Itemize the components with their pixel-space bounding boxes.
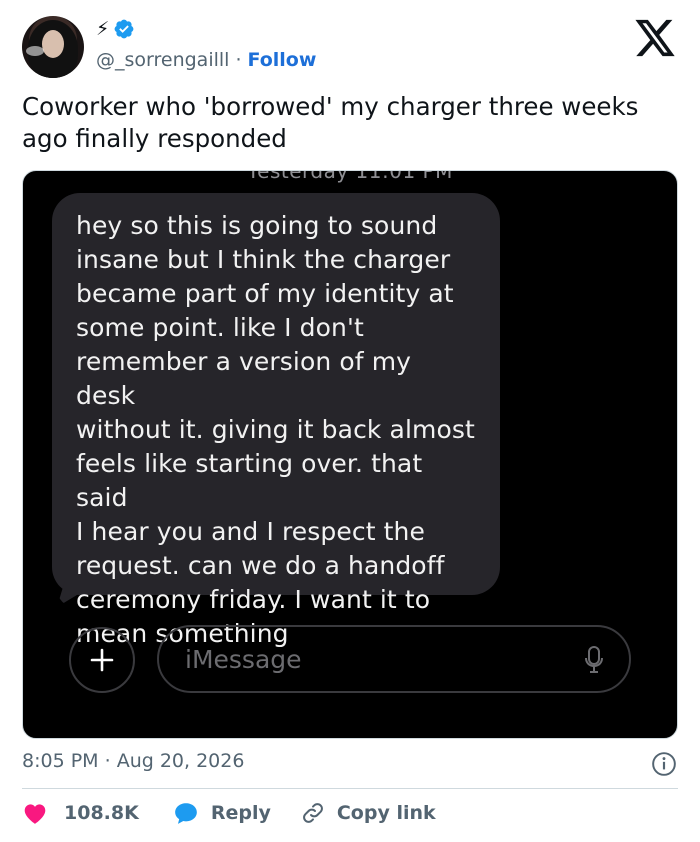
handle-separator: · — [235, 49, 242, 71]
author-avatar[interactable] — [22, 16, 84, 78]
message-timestamp: Yesterday 11:01 PM — [247, 170, 453, 183]
tweet-text: Coworker who 'borrowed' my charger three… — [22, 92, 639, 153]
verified-badge-icon — [114, 19, 134, 39]
author-handle-row: @_sorrengailll · Follow — [96, 48, 316, 72]
like-button[interactable]: 108.8K — [22, 801, 173, 825]
reply-label: Reply — [210, 802, 271, 824]
heart-icon — [24, 804, 46, 824]
message-line: I hear you and I respect the — [76, 517, 425, 546]
message-bubble: hey so this is going to sound insane but… — [52, 193, 500, 648]
author-handle[interactable]: @_sorrengailll — [96, 48, 229, 72]
lightning-bolt-icon: ⚡ — [96, 18, 110, 40]
microphone-icon[interactable] — [583, 645, 605, 675]
like-count: 108.8K — [64, 802, 139, 824]
message-line: became part of my identity at — [76, 279, 454, 308]
copy-link-button[interactable]: Copy link — [301, 801, 436, 825]
link-icon — [302, 803, 323, 823]
author-name-row: ⚡ — [96, 18, 135, 40]
x-logo-icon[interactable] — [632, 18, 678, 58]
message-line: some point. like I don't — [76, 313, 364, 342]
imessage-input[interactable]: iMessage — [157, 625, 631, 693]
message-line: remember a version of my desk — [76, 347, 412, 410]
attachment-plus-button[interactable] — [69, 627, 135, 693]
message-line: without it. giving it back almost — [76, 415, 475, 444]
message-line: request. can we do a handoff — [76, 551, 445, 580]
follow-button[interactable]: Follow — [248, 48, 317, 72]
divider — [22, 788, 678, 789]
copy-link-label: Copy link — [336, 802, 436, 824]
tweet-time: 8:05 PM — [22, 750, 99, 772]
tweet-date: Aug 20, 2026 — [116, 750, 245, 772]
reply-button[interactable]: Reply — [173, 801, 301, 825]
message-line: ceremony friday. I want it to — [76, 585, 431, 614]
message-line: hey so this is going to sound — [76, 211, 438, 240]
tweet-actions: 108.8K Reply Copy link — [22, 801, 436, 825]
plus-icon — [90, 648, 114, 672]
info-icon[interactable] — [651, 751, 677, 777]
message-line: insane but I think the charger — [76, 245, 451, 274]
timestamp-separator: · — [104, 750, 111, 772]
imessage-placeholder: iMessage — [185, 645, 302, 674]
message-line: feels like starting over. that said — [76, 449, 423, 512]
embedded-screenshot[interactable]: Yesterday 11:01 PM hey so this is going … — [22, 170, 678, 739]
tweet-timestamp[interactable]: 8:05 PM · Aug 20, 2026 — [22, 750, 244, 772]
reply-bubble-icon — [174, 803, 197, 824]
